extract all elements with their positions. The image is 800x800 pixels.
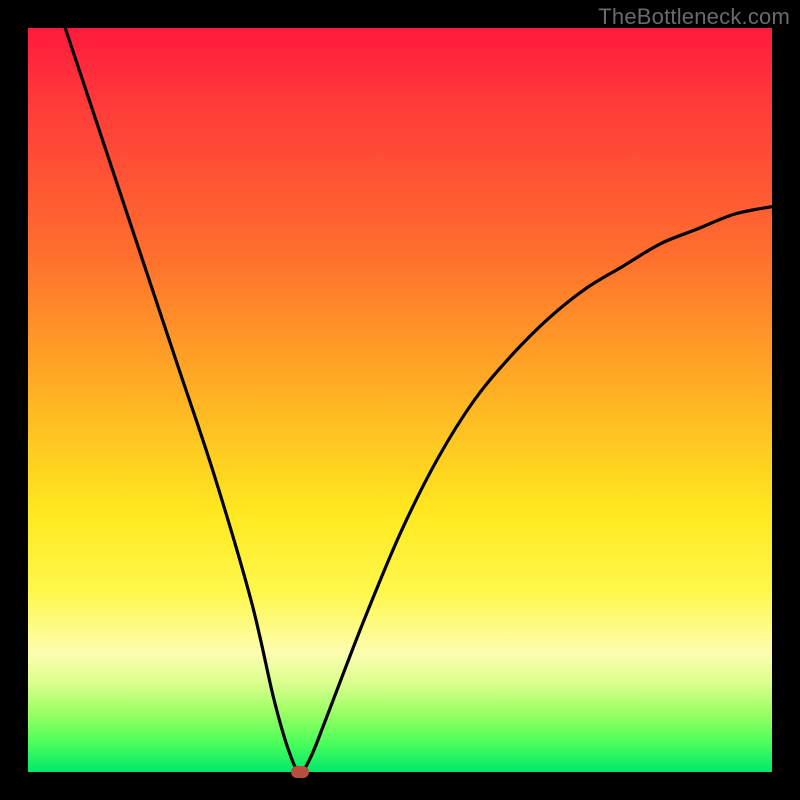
bottleneck-curve: [28, 28, 772, 772]
watermark-text: TheBottleneck.com: [598, 4, 790, 30]
plot-area: [28, 28, 772, 772]
chart-frame: TheBottleneck.com: [0, 0, 800, 800]
optimal-marker: [291, 766, 309, 778]
curve-path: [65, 28, 772, 772]
